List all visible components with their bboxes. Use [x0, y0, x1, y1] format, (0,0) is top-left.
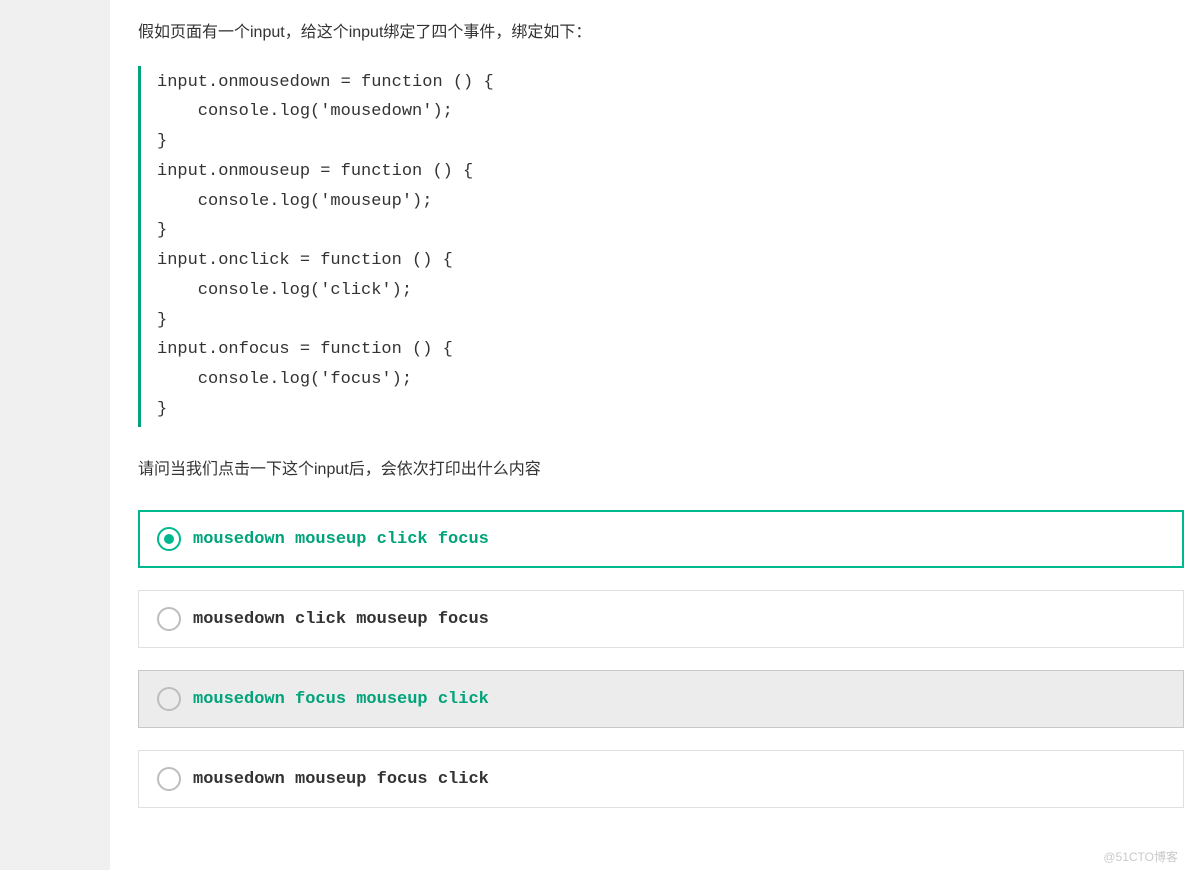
- answer-option-label: mousedown mouseup focus click: [193, 770, 489, 789]
- answer-option-label: mousedown focus mouseup click: [193, 690, 489, 709]
- code-snippet: input.onmousedown = function () { consol…: [138, 66, 1184, 427]
- answer-options: mousedown mouseup click focus mousedown …: [138, 510, 1184, 808]
- answer-option-label: mousedown mouseup click focus: [193, 530, 489, 549]
- answer-option-b[interactable]: mousedown click mouseup focus: [138, 590, 1184, 648]
- question-container: 假如页面有一个input，给这个input绑定了四个事件，绑定如下： input…: [110, 0, 1184, 870]
- question-intro-text: 假如页面有一个input，给这个input绑定了四个事件，绑定如下：: [138, 20, 1184, 46]
- radio-icon: [157, 527, 181, 551]
- answer-option-c[interactable]: mousedown focus mouseup click: [138, 670, 1184, 728]
- answer-option-a[interactable]: mousedown mouseup click focus: [138, 510, 1184, 568]
- radio-icon: [157, 767, 181, 791]
- watermark-text: @51CTO博客: [1103, 848, 1178, 865]
- answer-option-d[interactable]: mousedown mouseup focus click: [138, 750, 1184, 808]
- radio-icon: [157, 687, 181, 711]
- question-followup-text: 请问当我们点击一下这个input后，会依次打印出什么内容: [138, 457, 1184, 483]
- radio-icon: [157, 607, 181, 631]
- answer-option-label: mousedown click mouseup focus: [193, 610, 489, 629]
